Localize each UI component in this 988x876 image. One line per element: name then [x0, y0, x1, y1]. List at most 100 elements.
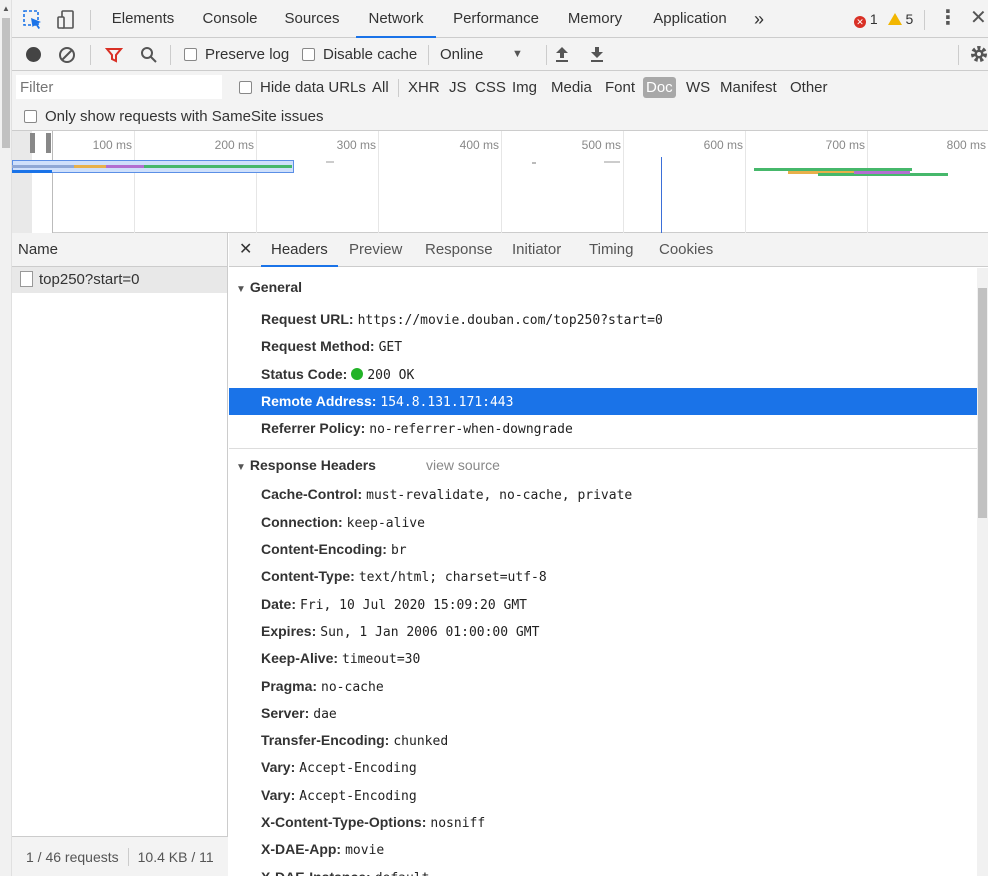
- filter-type-doc[interactable]: Doc: [643, 77, 676, 98]
- more-tabs-button[interactable]: »: [748, 0, 770, 38]
- filter-type-media[interactable]: Media: [548, 77, 595, 98]
- gear-icon[interactable]: [969, 44, 988, 64]
- header-row-request-url[interactable]: Request URL: https://movie.douban.com/top…: [229, 306, 977, 333]
- details-scrollbar[interactable]: [977, 268, 988, 876]
- close-details-icon[interactable]: ✕: [239, 239, 252, 259]
- general-section-header[interactable]: ▼ General: [229, 268, 977, 306]
- tab-response[interactable]: Response: [425, 233, 493, 267]
- header-key: Keep-Alive:: [261, 650, 339, 667]
- disable-cache-checkbox[interactable]: Disable cache: [302, 38, 417, 71]
- header-key: Pragma:: [261, 677, 318, 694]
- tab-preview[interactable]: Preview: [349, 233, 402, 267]
- header-key: Content-Encoding:: [261, 541, 387, 558]
- tab-sources[interactable]: Sources: [276, 0, 348, 38]
- tick-label: 800 ms: [946, 138, 986, 152]
- samesite-label: Only show requests with SameSite issues: [45, 108, 324, 125]
- filter-funnel-icon[interactable]: [105, 46, 123, 64]
- filter-type-font[interactable]: Font: [602, 77, 638, 98]
- filter-type-other[interactable]: Other: [787, 77, 831, 98]
- preserve-log-label: Preserve log: [205, 46, 290, 63]
- header-value: timeout=30: [342, 652, 421, 668]
- view-source-link[interactable]: view source: [426, 457, 500, 473]
- filter-type-ws[interactable]: WS: [683, 77, 713, 98]
- close-devtools-icon[interactable]: ✕: [970, 6, 987, 30]
- tick-label: 200 ms: [214, 138, 254, 152]
- devtools-panel: Elements Console Sources Network Perform…: [12, 0, 988, 876]
- tab-cookies[interactable]: Cookies: [659, 233, 713, 267]
- response-headers-section-header[interactable]: ▼ Response Headers view source: [229, 449, 977, 481]
- disable-cache-label: Disable cache: [323, 46, 418, 63]
- filter-bar: Hide data URLs All XHR JS CSS Img Media …: [12, 71, 988, 103]
- tab-headers[interactable]: Headers: [261, 233, 338, 267]
- header-row-status-code[interactable]: Status Code: 200 OK: [229, 361, 977, 388]
- header-value: br: [390, 543, 407, 559]
- selection-handle-left[interactable]: [30, 133, 35, 153]
- export-har-icon[interactable]: [588, 45, 606, 63]
- search-icon[interactable]: [140, 46, 158, 64]
- tab-network[interactable]: Network: [356, 0, 436, 38]
- hide-data-urls-checkbox[interactable]: Hide data URLs: [236, 77, 369, 98]
- clear-icon[interactable]: [58, 46, 76, 64]
- response-header-row[interactable]: Content-Type: text/html; charset=utf-8: [229, 563, 977, 590]
- name-column-header[interactable]: Name: [12, 233, 227, 267]
- issues-counter[interactable]: ✕ 1 5: [854, 11, 913, 28]
- tab-application[interactable]: Application: [642, 0, 738, 38]
- response-header-row[interactable]: X-Content-Type-Options: nosniff: [229, 809, 977, 836]
- filter-type-manifest[interactable]: Manifest: [717, 77, 780, 98]
- tab-console[interactable]: Console: [192, 0, 268, 38]
- import-har-icon[interactable]: [553, 45, 571, 63]
- dom-content-loaded-marker: [661, 157, 662, 233]
- response-header-row[interactable]: Connection: keep-alive: [229, 509, 977, 536]
- page-scrollbar[interactable]: ▲: [0, 0, 12, 876]
- error-count: 1: [869, 11, 878, 27]
- filter-type-xhr[interactable]: XHR: [405, 77, 443, 98]
- response-header-row[interactable]: Vary: Accept-Encoding: [229, 754, 977, 781]
- header-row-request-method[interactable]: Request Method: GET: [229, 333, 977, 360]
- hide-data-urls-label: Hide data URLs: [260, 79, 366, 96]
- scroll-thumb[interactable]: [2, 18, 10, 148]
- filter-input[interactable]: [16, 75, 222, 99]
- header-value: nosniff: [430, 816, 486, 832]
- header-key: Transfer-Encoding:: [261, 732, 390, 749]
- response-header-row[interactable]: Content-Encoding: br: [229, 536, 977, 563]
- header-row-referrer-policy[interactable]: Referrer Policy: no-referrer-when-downgra…: [229, 415, 977, 442]
- tab-initiator[interactable]: Initiator: [512, 233, 561, 267]
- response-header-row[interactable]: Server: dae: [229, 700, 977, 727]
- tab-timing[interactable]: Timing: [589, 233, 633, 267]
- preserve-log-checkbox[interactable]: Preserve log: [184, 38, 289, 71]
- header-key: Date:: [261, 595, 297, 612]
- throttling-select[interactable]: Online ▼: [440, 38, 523, 71]
- response-header-row[interactable]: X-DAE-App: movie: [229, 836, 977, 863]
- response-header-row[interactable]: Keep-Alive: timeout=30: [229, 645, 977, 672]
- filter-type-img[interactable]: Img: [509, 77, 540, 98]
- details-tab-bar: ✕ Headers Preview Response Initiator Tim…: [229, 233, 988, 267]
- samesite-checkbox[interactable]: Only show requests with SameSite issues: [24, 103, 323, 131]
- header-row-remote-address[interactable]: Remote Address: 154.8.131.171:443: [229, 387, 977, 416]
- general-title: General: [249, 279, 303, 295]
- response-header-row[interactable]: Transfer-Encoding: chunked: [229, 727, 977, 754]
- response-header-row[interactable]: Pragma: no-cache: [229, 673, 977, 700]
- details-scroll-thumb[interactable]: [978, 288, 987, 518]
- timeline-overview[interactable]: 100 ms 200 ms 300 ms 400 ms 500 ms 600 m…: [12, 131, 988, 233]
- filter-type-css[interactable]: CSS: [472, 77, 509, 98]
- scroll-up-arrow-icon[interactable]: ▲: [2, 4, 10, 13]
- header-key: Server:: [261, 704, 310, 721]
- record-icon[interactable]: [26, 47, 41, 62]
- tab-elements[interactable]: Elements: [102, 0, 184, 38]
- tick-label: 500 ms: [581, 138, 621, 152]
- kebab-menu-icon[interactable]: ⋮: [938, 6, 958, 30]
- request-row[interactable]: top250?start=0: [12, 267, 227, 293]
- response-header-row[interactable]: Cache-Control: must-revalidate, no-cache,…: [229, 481, 977, 508]
- response-header-row[interactable]: Vary: Accept-Encoding: [229, 782, 977, 809]
- header-key: X-Content-Type-Options:: [261, 814, 427, 831]
- filter-type-js[interactable]: JS: [446, 77, 470, 98]
- inspect-element-icon[interactable]: [22, 9, 44, 31]
- filter-type-all[interactable]: All: [369, 77, 392, 98]
- selection-handle-right[interactable]: [46, 133, 51, 153]
- device-toolbar-icon[interactable]: [55, 9, 77, 31]
- response-header-row[interactable]: Date: Fri, 10 Jul 2020 15:09:20 GMT: [229, 591, 977, 618]
- response-header-row[interactable]: Expires: Sun, 1 Jan 2006 01:00:00 GMT: [229, 618, 977, 645]
- response-header-row[interactable]: X-DAE-Instance: default: [229, 864, 977, 876]
- tab-memory[interactable]: Memory: [556, 0, 634, 38]
- tab-performance[interactable]: Performance: [444, 0, 548, 38]
